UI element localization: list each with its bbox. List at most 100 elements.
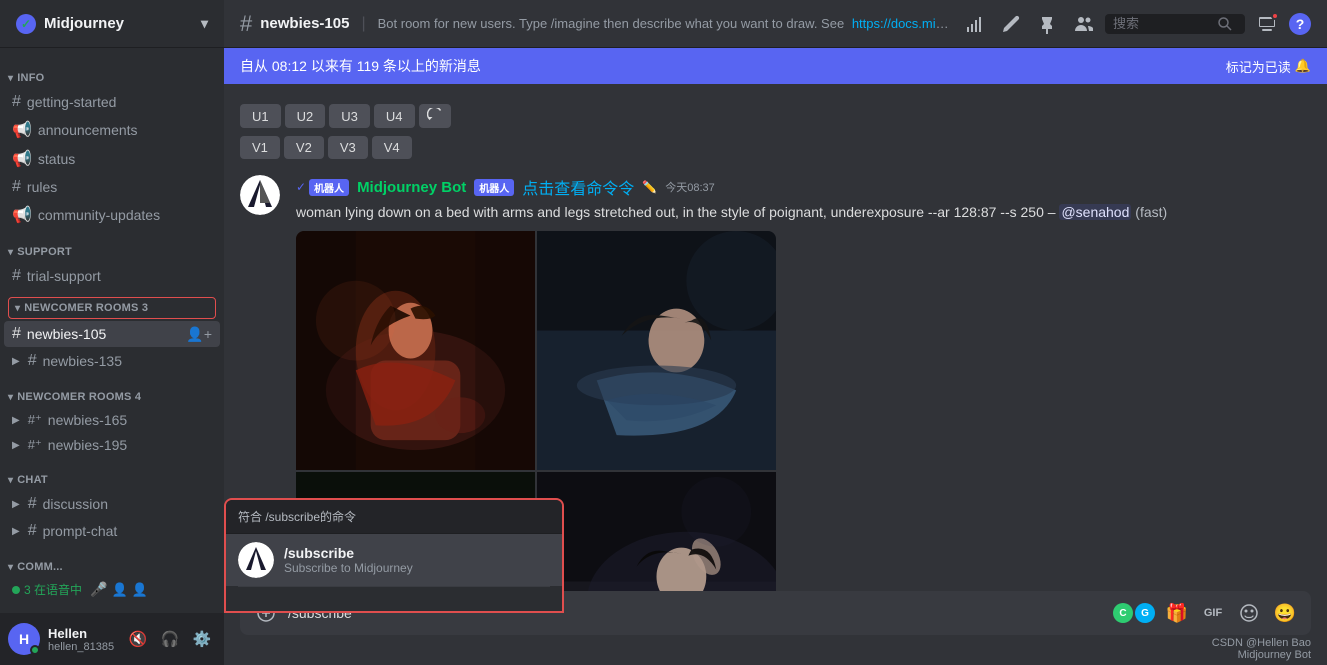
docs-link[interactable]: https://docs.midjourney...: [852, 16, 953, 31]
image-2: [537, 231, 776, 470]
gif-button[interactable]: GIF: [1199, 599, 1227, 627]
sidebar-item-newbies-105[interactable]: # newbies-105 👤+: [4, 321, 220, 347]
image-1: [296, 231, 535, 470]
channel-label: getting-started: [27, 94, 117, 110]
gift-button[interactable]: 🎁: [1163, 599, 1191, 627]
megaphone-icon: 📢: [12, 205, 32, 225]
u3-button[interactable]: U3: [329, 104, 370, 128]
server-header[interactable]: ✓ Midjourney ▾: [0, 0, 224, 48]
section-newcomer-4[interactable]: ▾ NEWCOMER ROOMS 4: [0, 375, 224, 407]
arrow-right-icon: ▶: [12, 526, 20, 537]
sidebar-item-trial-support[interactable]: # trial-support: [4, 263, 220, 289]
channel-hash-icon: #: [240, 11, 252, 37]
command-popup-title: 符合 /subscribe的命令: [238, 510, 356, 524]
sidebar-item-newbies-135[interactable]: ▶ # newbies-135: [4, 348, 220, 374]
inbox-badge: [1271, 12, 1279, 20]
speed-tag: (fast): [1135, 204, 1167, 220]
sidebar: ✓ Midjourney ▾ ▾ INFO # getting-started …: [0, 0, 224, 665]
command-item-subscribe[interactable]: /subscribe Subscribe to Midjourney: [226, 534, 562, 586]
header-icons: ?: [961, 10, 1311, 38]
voice-indicator: 3 在语音中 🎤 👤 👤: [0, 577, 224, 602]
sidebar-item-community-updates[interactable]: 📢 community-updates: [4, 201, 220, 229]
notification-text: 自从 08:12 以来有 119 条以上的新消息: [240, 56, 481, 76]
image-cell-1[interactable]: [296, 231, 535, 470]
channel-label: newbies-165: [48, 412, 127, 428]
section-info[interactable]: ▾ INFO: [0, 56, 224, 88]
hash-star-icon: #⁺: [28, 412, 42, 428]
refresh-button[interactable]: [419, 104, 451, 128]
sidebar-item-status[interactable]: 📢 status: [4, 145, 220, 173]
settings-button[interactable]: ⚙️: [188, 625, 216, 653]
g-icon[interactable]: G: [1135, 603, 1155, 623]
channel-label: trial-support: [27, 268, 101, 284]
channel-label: announcements: [38, 122, 138, 138]
bell-icon: 🔔: [1295, 58, 1311, 74]
help-icon-btn[interactable]: ?: [1289, 13, 1311, 35]
v1-button[interactable]: V1: [240, 136, 280, 159]
arrow-right-icon: ▶: [12, 440, 20, 451]
bottom-attribution: CSDN @Hellen Bao: [240, 635, 1311, 649]
sidebar-item-discussion[interactable]: ▶ # discussion: [4, 491, 220, 517]
input-icons: C G 🎁 GIF 😀: [1113, 599, 1299, 627]
megaphone-icon: 📢: [12, 149, 32, 169]
sidebar-item-rules[interactable]: # rules: [4, 174, 220, 200]
headset-button[interactable]: 🎧: [156, 625, 184, 653]
channel-label: community-updates: [38, 207, 160, 223]
sidebar-item-newbies-195[interactable]: ▶ #⁺ newbies-195: [4, 433, 220, 457]
v3-button[interactable]: V3: [328, 136, 368, 159]
sidebar-item-prompt-chat[interactable]: ▶ # prompt-chat: [4, 518, 220, 544]
add-member-icon[interactable]: 👤+: [186, 326, 212, 343]
bot-verified-row: ✓ 机器人: [296, 179, 349, 196]
section-newcomer-3[interactable]: ▾ NEWCOMER ROOMS 3: [8, 297, 216, 319]
top-action-row: U1 U2 U3 U4: [240, 104, 1311, 128]
section-support[interactable]: ▾ SUPPORT: [0, 230, 224, 262]
c-icon[interactable]: C: [1113, 603, 1133, 623]
search-box[interactable]: [1105, 14, 1245, 34]
search-input[interactable]: [1113, 16, 1213, 31]
arrow-right-icon: ▶: [12, 499, 20, 510]
mute-button[interactable]: 🔇: [124, 625, 152, 653]
user-icon-1: 👤: [111, 582, 127, 598]
sidebar-item-getting-started[interactable]: # getting-started: [4, 89, 220, 115]
attribution-text: Midjourney Bot: [1238, 649, 1311, 661]
voice-count-label: 3 在语音中: [24, 581, 82, 598]
v4-button[interactable]: V4: [372, 136, 412, 159]
author-bot-tag: 机器人: [474, 179, 514, 196]
v2-button[interactable]: V2: [284, 136, 324, 159]
u4-button[interactable]: U4: [374, 104, 415, 128]
command-link[interactable]: 点击查看命令令: [522, 175, 634, 199]
section-comm[interactable]: ▾ COMM...: [0, 545, 224, 577]
cg-icon-group[interactable]: C G: [1113, 603, 1155, 623]
channel-label: newbies-105: [27, 326, 106, 342]
edit-icon-btn[interactable]: [997, 10, 1025, 38]
emoji-button[interactable]: 😀: [1271, 599, 1299, 627]
header-separator: |: [361, 15, 365, 33]
section-toggle-support: ▾: [8, 247, 13, 258]
command-bot-icon: [238, 542, 274, 578]
section-label-info: INFO: [17, 72, 44, 84]
sidebar-item-announcements[interactable]: 📢 announcements: [4, 116, 220, 144]
u1-button[interactable]: U1: [240, 104, 281, 128]
message-header: ✓ 机器人 Midjourney Bot 机器人 点击查看命令令 ✏️ 今天08…: [296, 175, 1311, 199]
image-cell-4[interactable]: [537, 472, 776, 591]
mark-read-label: 标记为已读: [1226, 57, 1291, 76]
pin-icon-btn[interactable]: [1033, 10, 1061, 38]
mention-text: @senahod: [1059, 204, 1131, 220]
sidebar-item-newbies-165[interactable]: ▶ #⁺ newbies-165: [4, 408, 220, 432]
sticker-button[interactable]: [1235, 599, 1263, 627]
user-tag: hellen_81385: [48, 641, 120, 653]
section-chat[interactable]: ▾ CHAT: [0, 458, 224, 490]
mark-read-button[interactable]: 标记为已读 🔔: [1226, 57, 1311, 76]
main-content: # newbies-105 | Bot room for new users. …: [224, 0, 1327, 665]
signal-icon-btn[interactable]: [961, 10, 989, 38]
members-icon-btn[interactable]: [1069, 10, 1097, 38]
channel-label: newbies-195: [48, 437, 127, 453]
inbox-icon-btn[interactable]: [1253, 10, 1281, 38]
user-icon-2: 👤: [132, 582, 148, 598]
server-dropdown-icon[interactable]: ▾: [201, 15, 208, 32]
image-4: [537, 472, 776, 591]
u2-button[interactable]: U2: [285, 104, 326, 128]
desc-text: Bot room for new users. Type /imagine th…: [378, 16, 845, 31]
image-cell-2[interactable]: [537, 231, 776, 470]
hash-icon: #: [28, 495, 37, 513]
